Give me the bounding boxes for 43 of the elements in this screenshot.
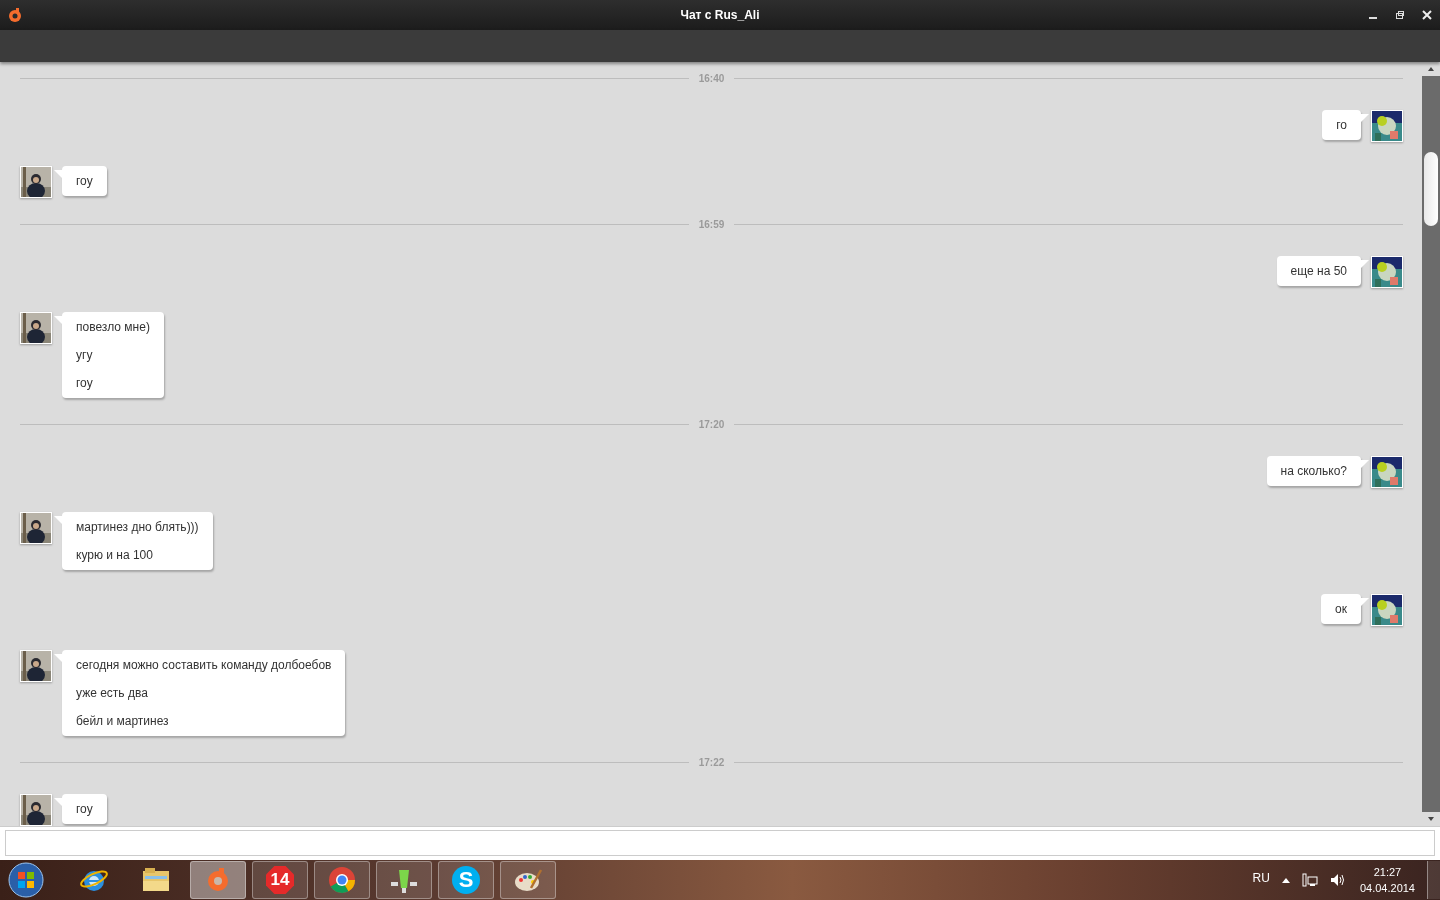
timestamp: 17:20 [698,418,725,430]
message-text: го [1336,117,1347,134]
timestamp: 16:59 [698,218,725,230]
message-text: на сколько? [1280,463,1347,480]
message-text: ок [1335,601,1347,618]
scroll-up-icon[interactable] [1422,62,1440,76]
speaker-icon[interactable] [1329,873,1346,887]
scrollbar[interactable] [1422,62,1440,826]
taskbar-button[interactable] [500,861,556,899]
message-text: гоу [76,173,93,190]
message-text: повезло мне) [76,319,150,336]
message-text: курю и на 100 [76,547,154,564]
clock-date[interactable]: 04.04.2014 [1359,882,1415,894]
message-text: гоу [76,375,94,392]
clock-time[interactable]: 21:27 [1373,866,1402,878]
scroll-down-icon[interactable] [1422,812,1440,826]
message-text: гоу [76,801,93,818]
taskbar-button[interactable] [376,861,432,899]
message-text: бейл и мартинез [76,713,170,730]
taskbar-button[interactable]: 14 [252,861,308,899]
message-text: угу [76,347,94,364]
taskbar-button[interactable] [314,861,370,899]
window-title: Чат с Rus_Ali [679,8,761,22]
network-icon[interactable] [1301,873,1318,887]
language-indicator[interactable]: RU [1252,871,1270,885]
timestamp: 17:22 [698,756,725,768]
timestamp: 16:40 [698,72,725,84]
start-button-icon[interactable] [8,862,44,898]
app-logo-icon [7,7,23,23]
show-desktop-button[interactable] [1427,861,1440,899]
message-text: еще на 50 [1290,263,1347,280]
message-text: уже есть два [76,685,149,702]
scrollbar-thumb[interactable] [1424,152,1438,226]
message-input-field[interactable] [5,830,1435,856]
message-text: сегодня можно составить команду долбоебов [76,657,332,674]
app-logo-icon [205,866,231,894]
folder-icon [141,866,171,894]
chrome-circle-icon [328,866,356,894]
message-text: мартинез дно блять))) [76,519,199,536]
maximize-icon[interactable] [1395,10,1405,20]
close-icon[interactable] [1422,10,1432,20]
up-arrow-icon[interactable] [1281,877,1290,883]
skype-icon: S [452,866,480,894]
